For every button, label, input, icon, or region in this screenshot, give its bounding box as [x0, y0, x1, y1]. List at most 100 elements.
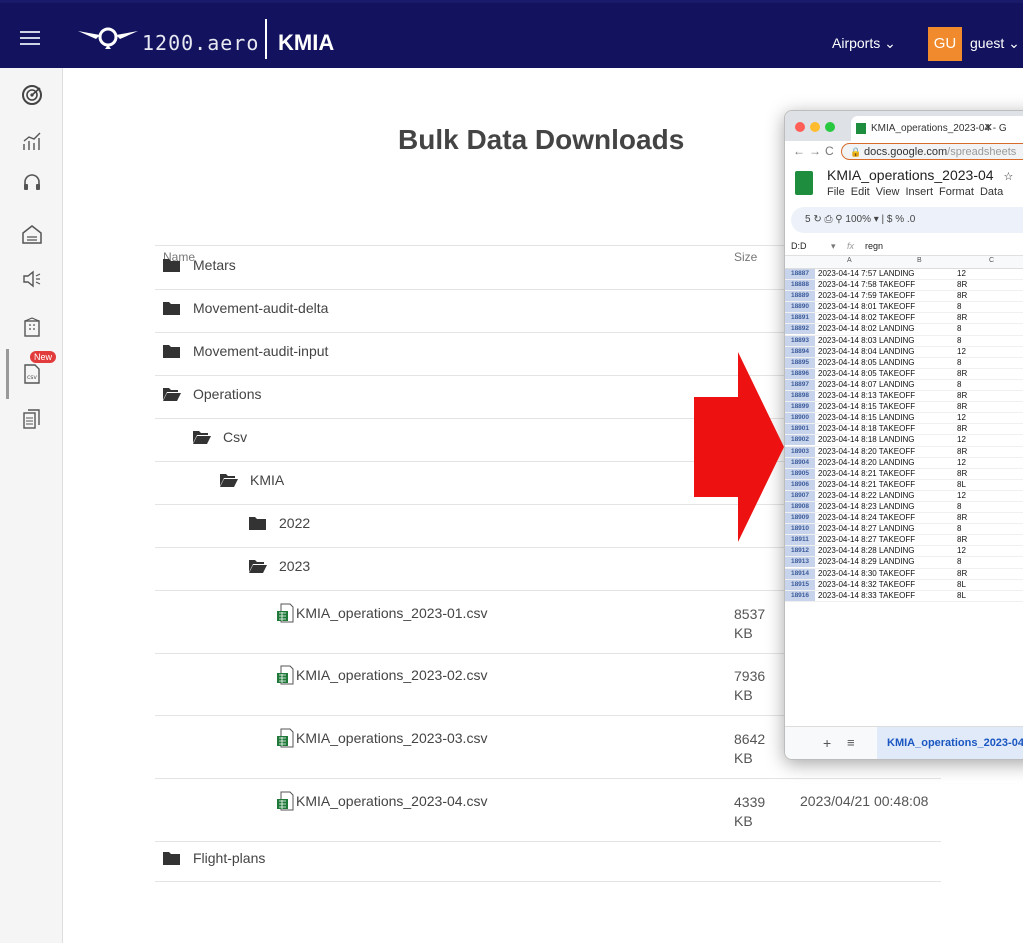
- row-number[interactable]: 18916: [785, 590, 815, 601]
- row-number[interactable]: 18887: [785, 269, 815, 279]
- cell-a[interactable]: 2023-04-14 8:07 LANDING: [818, 380, 915, 390]
- row-number[interactable]: 18899: [785, 402, 815, 413]
- cell-a[interactable]: 2023-04-14 8:18 LANDING: [818, 435, 915, 445]
- sheet-row[interactable]: 18897 2023-04-14 8:07 LANDING 8: [785, 379, 1023, 392]
- folder-row[interactable]: 2022: [249, 515, 310, 531]
- cell-a[interactable]: 2023-04-14 7:58 TAKEOFF: [818, 280, 915, 290]
- airports-dropdown[interactable]: Airports ⌄: [832, 35, 896, 52]
- cell-a[interactable]: 2023-04-14 8:02 LANDING: [818, 324, 915, 334]
- speaker-icon[interactable]: [21, 268, 43, 290]
- cell-c[interactable]: 8R: [957, 469, 967, 479]
- row-number[interactable]: 18896: [785, 368, 815, 379]
- file-name-link[interactable]: KMIA_operations_2023-01.csv: [296, 605, 487, 621]
- cell-a[interactable]: 2023-04-14 8:30 TAKEOFF: [818, 569, 915, 579]
- sheet-row[interactable]: 18889 2023-04-14 7:59 TAKEOFF 8R: [785, 291, 1023, 303]
- cell-c[interactable]: 8R: [957, 424, 967, 434]
- airport-code[interactable]: KMIA: [278, 30, 334, 56]
- row-number[interactable]: 18911: [785, 535, 815, 546]
- cell-a[interactable]: 2023-04-14 8:18 TAKEOFF: [818, 424, 915, 434]
- spreadsheet-grid[interactable]: 18887 2023-04-14 7:57 LANDING 12 18888 2023-…: [785, 269, 1023, 602]
- sheet-row[interactable]: 18894 2023-04-14 8:04 LANDING 12: [785, 346, 1023, 358]
- sheet-row[interactable]: 18899 2023-04-14 8:15 TAKEOFF 8R: [785, 402, 1023, 414]
- cell-c[interactable]: 8R: [957, 447, 967, 457]
- cell-a[interactable]: 2023-04-14 8:24 TAKEOFF: [818, 513, 915, 523]
- sheet-row[interactable]: 18912 2023-04-14 8:28 LANDING 12: [785, 546, 1023, 558]
- sheet-row[interactable]: 18891 2023-04-14 8:02 TAKEOFF 8R: [785, 313, 1023, 325]
- forward-icon[interactable]: →: [809, 144, 821, 158]
- sheet-row[interactable]: 18900 2023-04-14 8:15 LANDING 12: [785, 413, 1023, 425]
- sheet-row[interactable]: 18906 2023-04-14 8:21 TAKEOFF 8L: [785, 479, 1023, 491]
- row-number[interactable]: 18905: [785, 468, 815, 479]
- cell-a[interactable]: 2023-04-14 8:23 LANDING: [818, 502, 915, 512]
- row-number[interactable]: 18889: [785, 291, 815, 302]
- hamburger-menu-icon[interactable]: [20, 31, 40, 45]
- sheet-row[interactable]: 18890 2023-04-14 8:01 TAKEOFF 8: [785, 302, 1023, 314]
- sheet-row[interactable]: 18911 2023-04-14 8:27 TAKEOFF 8R: [785, 535, 1023, 547]
- column-c-header[interactable]: C: [989, 257, 994, 264]
- cell-a[interactable]: 2023-04-14 8:28 LANDING: [818, 546, 915, 556]
- row-number[interactable]: 18894: [785, 346, 815, 357]
- building-icon[interactable]: [21, 316, 43, 338]
- cell-c[interactable]: 8R: [957, 513, 967, 523]
- document-title[interactable]: KMIA_operations_2023-04 ☆: [827, 167, 1013, 183]
- star-icon[interactable]: ☆: [1003, 171, 1013, 183]
- file-name-link[interactable]: KMIA_operations_2023-02.csv: [296, 667, 487, 683]
- hangar-icon[interactable]: [21, 223, 43, 245]
- sheet-row[interactable]: 18903 2023-04-14 8:20 TAKEOFF 8R: [785, 446, 1023, 458]
- sheets-logo-icon[interactable]: [795, 171, 813, 195]
- cell-c[interactable]: 8R: [957, 569, 967, 579]
- user-dropdown[interactable]: guest ⌄: [970, 35, 1020, 52]
- cell-a[interactable]: 2023-04-14 8:29 LANDING: [818, 557, 915, 567]
- row-number[interactable]: 18893: [785, 335, 815, 346]
- column-b-header[interactable]: B: [917, 257, 922, 264]
- sheet-row[interactable]: 18913 2023-04-14 8:29 LANDING 8: [785, 557, 1023, 569]
- sheet-row[interactable]: 18895 2023-04-14 8:05 LANDING 8: [785, 357, 1023, 369]
- cell-c[interactable]: 12: [957, 435, 966, 445]
- cell-c[interactable]: 8: [957, 324, 961, 334]
- url-field[interactable]: 🔒 docs.google.com/spreadsheets: [841, 143, 1023, 160]
- cell-c[interactable]: 8: [957, 557, 961, 567]
- minimize-window-icon[interactable]: [810, 122, 820, 132]
- sheet-row[interactable]: 18907 2023-04-14 8:22 LANDING 12: [785, 490, 1023, 502]
- cell-a[interactable]: 2023-04-14 8:15 TAKEOFF: [818, 402, 915, 412]
- cell-c[interactable]: 8L: [957, 591, 966, 601]
- cell-a[interactable]: 2023-04-14 8:27 LANDING: [818, 524, 915, 534]
- cell-a[interactable]: 2023-04-14 8:15 LANDING: [818, 413, 915, 423]
- user-avatar[interactable]: GU: [928, 27, 962, 61]
- reload-icon[interactable]: C: [825, 144, 834, 158]
- cell-c[interactable]: 12: [957, 347, 966, 357]
- cell-a[interactable]: 2023-04-14 8:04 LANDING: [818, 347, 915, 357]
- cell-a[interactable]: 2023-04-14 8:27 TAKEOFF: [818, 535, 915, 545]
- sheet-row[interactable]: 18916 2023-04-14 8:33 TAKEOFF 8L: [785, 590, 1023, 602]
- dropdown-arrow-icon[interactable]: ▾: [831, 237, 836, 255]
- cell-c[interactable]: 12: [957, 413, 966, 423]
- row-number[interactable]: 18909: [785, 513, 815, 524]
- sheet-row[interactable]: 18896 2023-04-14 8:05 TAKEOFF 8R: [785, 368, 1023, 380]
- radar-icon[interactable]: [21, 84, 43, 106]
- row-number[interactable]: 18908: [785, 501, 815, 512]
- folder-row[interactable]: Movement-audit-delta: [163, 300, 328, 316]
- trend-chart-icon[interactable]: [21, 130, 43, 152]
- row-number[interactable]: 18891: [785, 313, 815, 324]
- csv-file-icon[interactable]: csv: [21, 363, 43, 385]
- cell-a[interactable]: 2023-04-14 8:20 LANDING: [818, 458, 915, 468]
- sheet-row[interactable]: 18909 2023-04-14 8:24 TAKEOFF 8R: [785, 513, 1023, 525]
- sheet-row[interactable]: 18905 2023-04-14 8:21 TAKEOFF 8R: [785, 468, 1023, 480]
- cell-c[interactable]: 12: [957, 491, 966, 501]
- row-number[interactable]: 18901: [785, 424, 815, 435]
- row-number[interactable]: 18903: [785, 446, 815, 457]
- cell-c[interactable]: 8R: [957, 369, 967, 379]
- cell-a[interactable]: 2023-04-14 8:22 LANDING: [818, 491, 915, 501]
- sheet-row[interactable]: 18904 2023-04-14 8:20 LANDING 12: [785, 457, 1023, 469]
- row-number[interactable]: 18915: [785, 579, 815, 590]
- row-number[interactable]: 18895: [785, 357, 815, 368]
- row-number[interactable]: 18898: [785, 391, 815, 402]
- column-a-header[interactable]: A: [847, 257, 852, 264]
- row-number[interactable]: 18892: [785, 324, 815, 335]
- sheets-menu-bar[interactable]: File Edit View Insert Format Data: [827, 186, 1003, 198]
- row-number[interactable]: 18897: [785, 379, 815, 390]
- documents-icon[interactable]: [21, 408, 43, 430]
- folder-row[interactable]: Operations: [163, 386, 261, 402]
- sheet-list-icon[interactable]: ≡: [847, 735, 855, 750]
- row-number[interactable]: 18907: [785, 490, 815, 501]
